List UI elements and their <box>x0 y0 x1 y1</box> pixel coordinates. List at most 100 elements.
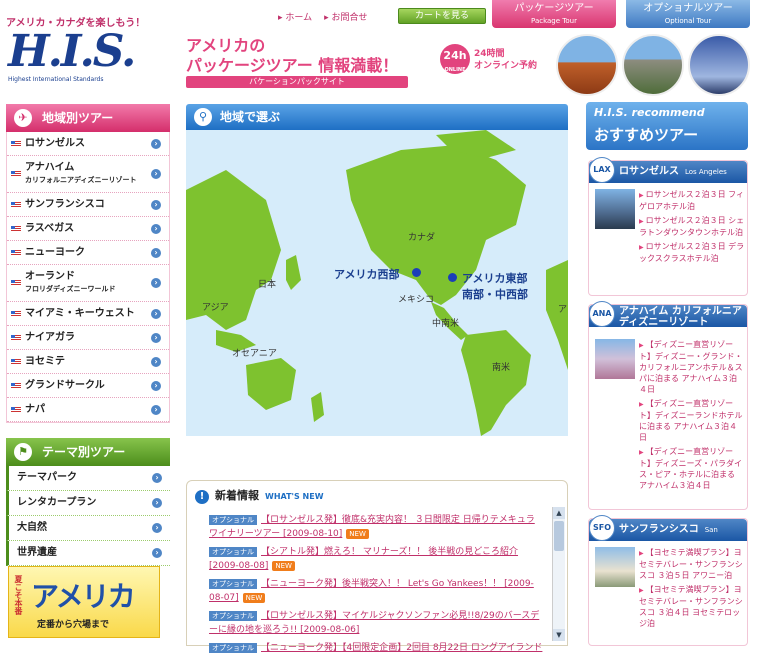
recommend-title-en: H.I.S. recommend <box>594 106 705 119</box>
map-label-canada: カナダ <box>408 233 436 243</box>
region-item-los-angeles[interactable]: ロサンゼルス › <box>7 132 169 156</box>
region-item-napa[interactable]: ナパ › <box>7 398 169 422</box>
banner-small-text: 夏こそ本番 <box>14 575 23 615</box>
arrow-right-icon: › <box>152 498 162 508</box>
section-heading[interactable]: LAX ロサンゼルス Los Angeles <box>589 157 747 183</box>
section-heading[interactable]: ANA アナハイム カリフォルニアディズニーリゾート Anaheim Califo… <box>589 301 747 338</box>
map-link-us-east[interactable]: アメリカ東部 <box>462 270 527 286</box>
tab-optional-tour[interactable]: オプショナルツアー Optional Tour <box>626 0 750 28</box>
theme-item-rental-car[interactable]: レンタカープラン › <box>6 491 170 516</box>
top-nav: ホーム お問合せ <box>278 10 368 23</box>
arrow-right-icon: › <box>152 473 162 483</box>
scroll-down-icon[interactable]: ▼ <box>553 629 565 641</box>
tab-package-label-en: Package Tour <box>531 17 577 25</box>
theme-tours-title: テーマ別ツアー <box>42 445 126 459</box>
nav-home-link[interactable]: ホーム <box>278 10 312 23</box>
news-list: オプショナル 【ロサンゼルス発】徹底&充実内容！ ３日間限定 日帰りテメキュラワイ… <box>209 513 543 659</box>
recommend-los-angeles: LAX ロサンゼルス Los Angeles ロサンゼルス２泊３日 フィゲロアホテ… <box>588 157 748 296</box>
scroll-thumb[interactable] <box>554 521 564 551</box>
region-label: ロサンゼルス <box>25 138 85 149</box>
news-panel: ! 新着情報 WHAT'S NEW オプショナル 【ロサンゼルス発】徹底&充実内容！ … <box>186 480 568 653</box>
recommend-anaheim: ANA アナハイム カリフォルニアディズニーリゾート Anaheim Califo… <box>588 301 748 510</box>
news-item[interactable]: オプショナル 【ニューヨーク発】【4回限定企画】2回目 8月22日 ロングアイラン… <box>209 641 543 655</box>
tour-link[interactable]: ロサンゼルス２泊３日 フィゲロアホテル泊 <box>639 189 745 212</box>
news-scrollbar[interactable]: ▲ ▼ <box>552 507 565 641</box>
optional-tag: オプショナル <box>209 643 257 653</box>
us-flag-icon <box>11 201 21 208</box>
arrow-right-icon: › <box>151 247 161 258</box>
region-tours-heading: ✈ 地域別ツアー <box>6 104 170 132</box>
section-title-en: Anaheim California Disney Resort <box>619 330 737 338</box>
theme-item-theme-park[interactable]: テーマパーク › <box>6 466 170 491</box>
optional-tag: オプショナル <box>209 547 257 557</box>
map-link-us-west[interactable]: アメリカ西部 <box>334 266 399 282</box>
us-flag-icon <box>11 280 21 286</box>
region-item-yosemite[interactable]: ヨセミテ › <box>7 350 169 374</box>
airport-code-badge: LAX <box>589 157 615 183</box>
arrow-right-icon: › <box>151 404 161 415</box>
region-label: サンフランシスコ <box>25 199 105 210</box>
tour-link[interactable]: ロサンゼルス２泊３日 デラックスクラスホテル泊 <box>639 241 745 264</box>
arrow-right-icon: › <box>151 380 161 391</box>
recommend-san-francisco: SFO サンフランシスコSan Francisco 【ヨセミテ満喫プラン】ヨセミ… <box>588 515 748 646</box>
region-label: ニューヨーク <box>25 247 85 258</box>
online-booking-note: 24時間 オンライン予約 <box>474 48 537 72</box>
tour-link[interactable]: 【ヨセミテ満喫プラン】ヨセミテバレー・サンフランシスコ ３泊４日 ヨセミテロッジ… <box>639 584 745 629</box>
news-item[interactable]: オプショナル 【ロサンゼルス発】マイケルジャクソンファン必見!!8/29のバースデ… <box>209 609 543 637</box>
view-cart-button[interactable]: カートを見る <box>398 8 486 24</box>
flag-icon: ⚑ <box>14 443 32 461</box>
nav-contact-link[interactable]: お問合せ <box>324 10 368 23</box>
summer-america-banner[interactable]: 夏こそ本番 アメリカ 定番から穴場まで <box>8 566 160 638</box>
news-title-en: WHAT'S NEW <box>265 492 324 501</box>
tab-optional-label-en: Optional Tour <box>664 17 712 25</box>
airport-code-badge: SFO <box>589 515 615 541</box>
news-item[interactable]: オプショナル 【ニューヨーク発】後半戦突入！！ Let's Go Yankees！… <box>209 577 543 605</box>
page-headline: アメリカの パッケージツアー 情報満載！ <box>186 36 398 76</box>
us-flag-icon <box>11 358 21 365</box>
news-item-text: 【ロサンゼルス発】マイケルジャクソンファン必見!!8/29のバースデーに縁の地を… <box>209 611 540 635</box>
region-item-san-francisco[interactable]: サンフランシスコ › <box>7 193 169 217</box>
arrow-right-icon: › <box>151 356 161 367</box>
tour-link[interactable]: 【ディズニー直営リゾート】ディズニーズ・パラダイス・ピア・ホテルに泊まる アナハ… <box>639 446 745 491</box>
tour-list: ロサンゼルス２泊３日 フィゲロアホテル泊 ロサンゼルス２泊３日 シェラトンダウン… <box>639 189 745 267</box>
region-item-orlando[interactable]: オーランド フロリダディズニーワールド › <box>7 265 169 302</box>
region-item-new-york[interactable]: ニューヨーク › <box>7 241 169 265</box>
news-item[interactable]: オプショナル 【ロサンゼルス発】徹底&充実内容！ ３日間限定 日帰りテメキュラワイ… <box>209 513 543 541</box>
map-label-oceania: オセアニア <box>232 349 277 359</box>
region-item-niagara[interactable]: ナイアガラ › <box>7 326 169 350</box>
tab-package-tour[interactable]: パッケージツアー Package Tour <box>492 0 616 28</box>
news-item[interactable]: オプショナル 【シアトル発】燃えろ！ マリナーズ！！ 後半戦の見どころ紹介 [20… <box>209 545 543 573</box>
tour-list: 【ディズニー直営リゾート】ディズニー・グランド・カリフォルニアンホテル＆スパに泊… <box>639 339 745 494</box>
info-icon: ! <box>195 490 209 504</box>
region-label: ラスベガス <box>25 223 75 234</box>
region-item-anaheim[interactable]: アナハイム カリフォルニアディズニーリゾート › <box>7 156 169 193</box>
region-label: オーランド <box>25 271 75 282</box>
region-item-grand-circle[interactable]: グランドサークル › <box>7 374 169 398</box>
arrow-right-icon: › <box>152 523 162 533</box>
map-link-us-south[interactable]: 南部・中西部 <box>462 286 528 302</box>
tour-link[interactable]: 【ディズニー直営リゾート】ディズニー・グランド・カリフォルニアンホテル＆スパに泊… <box>639 339 745 395</box>
tour-link[interactable]: ロサンゼルス２泊３日 シェラトンダウンタウンホテル泊 <box>639 215 745 238</box>
tour-link[interactable]: 【ディズニー直営リゾート】ディズニーランドホテルに泊まる アナハイム３泊４日 <box>639 398 745 443</box>
mount-rushmore-photo <box>622 34 684 96</box>
logo-text: H.I.S. <box>8 26 136 77</box>
section-title: ロサンゼルス <box>619 166 679 177</box>
region-item-las-vegas[interactable]: ラスベガス › <box>7 217 169 241</box>
map-label-south-america: 南米 <box>492 363 511 373</box>
theme-item-nature[interactable]: 大自然 › <box>6 516 170 541</box>
scroll-up-icon[interactable]: ▲ <box>553 507 565 519</box>
theme-item-world-heritage[interactable]: 世界遺産 › <box>6 541 170 566</box>
tour-link[interactable]: 【ヨセミテ満喫プラン】ヨセミテバレー・サンフランシスコ ３泊５日 アワニー泊 <box>639 547 745 581</box>
map-label-japan: 日本 <box>258 280 277 290</box>
map-marker-us-east[interactable] <box>448 273 457 282</box>
hours-line2: オンライン予約 <box>474 61 538 71</box>
headline-line2: パッケージツアー 情報満載！ <box>186 56 399 75</box>
region-item-miami[interactable]: マイアミ・キーウェスト › <box>7 302 169 326</box>
optional-tag: オプショナル <box>209 611 257 621</box>
region-label: マイアミ・キーウェスト <box>25 308 135 319</box>
us-flag-icon <box>11 382 21 389</box>
section-heading[interactable]: SFO サンフランシスコ San Francisco <box>589 515 747 556</box>
region-label: ナパ <box>25 404 45 415</box>
map-marker-us-west[interactable] <box>412 268 421 277</box>
his-logo[interactable]: H.I.S. Highest International Standards <box>8 26 136 90</box>
